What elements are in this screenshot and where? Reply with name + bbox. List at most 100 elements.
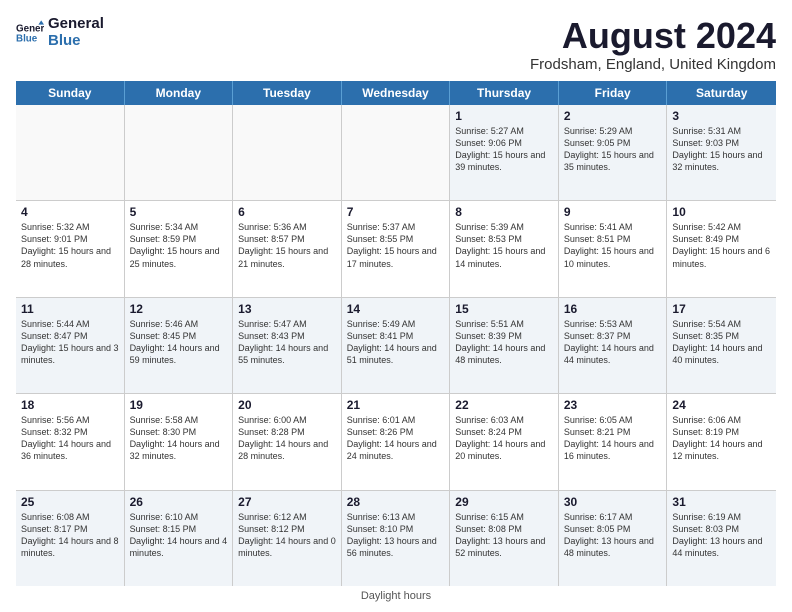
- calendar-week-3: 18 Sunrise: 5:56 AM Sunset: 8:32 PM Dayli…: [16, 394, 776, 490]
- page: General Blue General Blue August 2024 Fr…: [0, 0, 792, 612]
- footer-note: Daylight hours: [16, 590, 776, 602]
- calendar-cell-w1-d2: 6Sunrise: 5:36 AM Sunset: 8:57 PM Daylig…: [233, 201, 342, 296]
- cell-info: Sunrise: 5:44 AM Sunset: 8:47 PM Dayligh…: [21, 318, 119, 367]
- day-number: 22: [455, 398, 553, 412]
- calendar-cell-w3-d5: 23Sunrise: 6:05 AM Sunset: 8:21 PM Dayli…: [559, 394, 668, 489]
- calendar-week-0: 1Sunrise: 5:27 AM Sunset: 9:06 PM Daylig…: [16, 105, 776, 201]
- cell-info: Sunrise: 5:29 AM Sunset: 9:05 PM Dayligh…: [564, 125, 662, 174]
- day-number: 25: [21, 495, 119, 509]
- day-number: 13: [238, 302, 336, 316]
- calendar-cell-w2-d6: 17Sunrise: 5:54 AM Sunset: 8:35 PM Dayli…: [667, 298, 776, 393]
- cell-info: Sunrise: 5:36 AM Sunset: 8:57 PM Dayligh…: [238, 221, 336, 270]
- day-number: 12: [130, 302, 228, 316]
- cell-info: Sunrise: 6:00 AM Sunset: 8:28 PM Dayligh…: [238, 414, 336, 463]
- logo: General Blue General Blue: [16, 16, 104, 49]
- calendar-cell-w0-d5: 2Sunrise: 5:29 AM Sunset: 9:05 PM Daylig…: [559, 105, 668, 200]
- calendar-cell-w3-d4: 22 Sunrise: 6:03 AM Sunset: 8:24 PM Dayli…: [450, 394, 559, 489]
- header-saturday: Saturday: [667, 81, 776, 105]
- calendar-cell-w3-d2: 20 Sunrise: 6:00 AM Sunset: 8:28 PM Dayli…: [233, 394, 342, 489]
- header-wednesday: Wednesday: [342, 81, 451, 105]
- calendar-body: 1Sunrise: 5:27 AM Sunset: 9:06 PM Daylig…: [16, 105, 776, 586]
- calendar-cell-w4-d2: 27 Sunrise: 6:12 AM Sunset: 8:12 PM Dayli…: [233, 491, 342, 586]
- day-number: 7: [347, 205, 445, 219]
- header-tuesday: Tuesday: [233, 81, 342, 105]
- cell-info: Sunrise: 5:31 AM Sunset: 9:03 PM Dayligh…: [672, 125, 771, 174]
- logo-blue: Blue: [48, 33, 104, 50]
- cell-info: Sunrise: 6:13 AM Sunset: 8:10 PM Dayligh…: [347, 511, 445, 560]
- cell-info: Sunrise: 6:08 AM Sunset: 8:17 PM Dayligh…: [21, 511, 119, 560]
- calendar-cell-w2-d1: 12 Sunrise: 5:46 AM Sunset: 8:45 PM Dayli…: [125, 298, 234, 393]
- calendar-cell-w1-d4: 8 Sunrise: 5:39 AM Sunset: 8:53 PM Daylig…: [450, 201, 559, 296]
- logo-general: General: [48, 16, 104, 33]
- main-title: August 2024: [530, 16, 776, 56]
- day-number: 3: [672, 109, 771, 123]
- day-number: 30: [564, 495, 662, 509]
- cell-info: Sunrise: 5:56 AM Sunset: 8:32 PM Dayligh…: [21, 414, 119, 463]
- calendar-cell-w3-d6: 24 Sunrise: 6:06 AM Sunset: 8:19 PM Dayli…: [667, 394, 776, 489]
- cell-info: Sunrise: 6:12 AM Sunset: 8:12 PM Dayligh…: [238, 511, 336, 560]
- calendar-week-4: 25 Sunrise: 6:08 AM Sunset: 8:17 PM Dayli…: [16, 491, 776, 586]
- calendar-cell-w2-d4: 15 Sunrise: 5:51 AM Sunset: 8:39 PM Dayli…: [450, 298, 559, 393]
- cell-info: Sunrise: 5:53 AM Sunset: 8:37 PM Dayligh…: [564, 318, 662, 367]
- day-number: 27: [238, 495, 336, 509]
- calendar-cell-w1-d5: 9 Sunrise: 5:41 AM Sunset: 8:51 PM Daylig…: [559, 201, 668, 296]
- day-number: 15: [455, 302, 553, 316]
- calendar-cell-w0-d0: [16, 105, 125, 200]
- calendar-cell-w1-d3: 7 Sunrise: 5:37 AM Sunset: 8:55 PM Daylig…: [342, 201, 451, 296]
- cell-info: Sunrise: 6:17 AM Sunset: 8:05 PM Dayligh…: [564, 511, 662, 560]
- calendar-cell-w1-d0: 4Sunrise: 5:32 AM Sunset: 9:01 PM Daylig…: [16, 201, 125, 296]
- cell-info: Sunrise: 5:41 AM Sunset: 8:51 PM Dayligh…: [564, 221, 662, 270]
- header-sunday: Sunday: [16, 81, 125, 105]
- cell-info: Sunrise: 6:19 AM Sunset: 8:03 PM Dayligh…: [672, 511, 771, 560]
- cell-info: Sunrise: 5:58 AM Sunset: 8:30 PM Dayligh…: [130, 414, 228, 463]
- calendar-cell-w3-d3: 21 Sunrise: 6:01 AM Sunset: 8:26 PM Dayli…: [342, 394, 451, 489]
- cell-info: Sunrise: 5:42 AM Sunset: 8:49 PM Dayligh…: [672, 221, 771, 270]
- calendar-cell-w0-d6: 3 Sunrise: 5:31 AM Sunset: 9:03 PM Daylig…: [667, 105, 776, 200]
- day-number: 31: [672, 495, 771, 509]
- cell-info: Sunrise: 6:01 AM Sunset: 8:26 PM Dayligh…: [347, 414, 445, 463]
- cell-info: Sunrise: 5:37 AM Sunset: 8:55 PM Dayligh…: [347, 221, 445, 270]
- day-number: 9: [564, 205, 662, 219]
- calendar-cell-w0-d2: [233, 105, 342, 200]
- cell-info: Sunrise: 6:10 AM Sunset: 8:15 PM Dayligh…: [130, 511, 228, 560]
- cell-info: Sunrise: 5:47 AM Sunset: 8:43 PM Dayligh…: [238, 318, 336, 367]
- calendar-cell-w4-d6: 31 Sunrise: 6:19 AM Sunset: 8:03 PM Dayli…: [667, 491, 776, 586]
- cell-info: Sunrise: 6:03 AM Sunset: 8:24 PM Dayligh…: [455, 414, 553, 463]
- day-number: 10: [672, 205, 771, 219]
- cell-info: Sunrise: 5:49 AM Sunset: 8:41 PM Dayligh…: [347, 318, 445, 367]
- day-number: 18: [21, 398, 119, 412]
- calendar-cell-w2-d3: 14 Sunrise: 5:49 AM Sunset: 8:41 PM Dayli…: [342, 298, 451, 393]
- subtitle: Frodsham, England, United Kingdom: [530, 56, 776, 73]
- cell-info: Sunrise: 5:51 AM Sunset: 8:39 PM Dayligh…: [455, 318, 553, 367]
- title-block: August 2024 Frodsham, England, United Ki…: [530, 16, 776, 73]
- calendar-cell-w1-d6: 10 Sunrise: 5:42 AM Sunset: 8:49 PM Dayli…: [667, 201, 776, 296]
- day-number: 17: [672, 302, 771, 316]
- header: General Blue General Blue August 2024 Fr…: [16, 16, 776, 73]
- calendar-cell-w2-d5: 16 Sunrise: 5:53 AM Sunset: 8:37 PM Dayli…: [559, 298, 668, 393]
- day-number: 24: [672, 398, 771, 412]
- calendar-cell-w4-d0: 25 Sunrise: 6:08 AM Sunset: 8:17 PM Dayli…: [16, 491, 125, 586]
- calendar-cell-w1-d1: 5 Sunrise: 5:34 AM Sunset: 8:59 PM Daylig…: [125, 201, 234, 296]
- calendar-cell-w2-d0: 11Sunrise: 5:44 AM Sunset: 8:47 PM Dayli…: [16, 298, 125, 393]
- day-number: 8: [455, 205, 553, 219]
- logo-icon: General Blue: [16, 19, 44, 47]
- cell-info: Sunrise: 5:34 AM Sunset: 8:59 PM Dayligh…: [130, 221, 228, 270]
- cell-info: Sunrise: 6:05 AM Sunset: 8:21 PM Dayligh…: [564, 414, 662, 463]
- day-number: 28: [347, 495, 445, 509]
- calendar-week-1: 4Sunrise: 5:32 AM Sunset: 9:01 PM Daylig…: [16, 201, 776, 297]
- calendar-week-2: 11Sunrise: 5:44 AM Sunset: 8:47 PM Dayli…: [16, 298, 776, 394]
- day-number: 5: [130, 205, 228, 219]
- day-number: 20: [238, 398, 336, 412]
- day-number: 4: [21, 205, 119, 219]
- day-number: 21: [347, 398, 445, 412]
- cell-info: Sunrise: 5:46 AM Sunset: 8:45 PM Dayligh…: [130, 318, 228, 367]
- cell-info: Sunrise: 5:39 AM Sunset: 8:53 PM Dayligh…: [455, 221, 553, 270]
- day-number: 14: [347, 302, 445, 316]
- day-number: 16: [564, 302, 662, 316]
- day-number: 19: [130, 398, 228, 412]
- cell-info: Sunrise: 6:06 AM Sunset: 8:19 PM Dayligh…: [672, 414, 771, 463]
- calendar-cell-w3-d0: 18 Sunrise: 5:56 AM Sunset: 8:32 PM Dayli…: [16, 394, 125, 489]
- day-number: 1: [455, 109, 553, 123]
- calendar-header: Sunday Monday Tuesday Wednesday Thursday…: [16, 81, 776, 105]
- calendar-cell-w2-d2: 13 Sunrise: 5:47 AM Sunset: 8:43 PM Dayli…: [233, 298, 342, 393]
